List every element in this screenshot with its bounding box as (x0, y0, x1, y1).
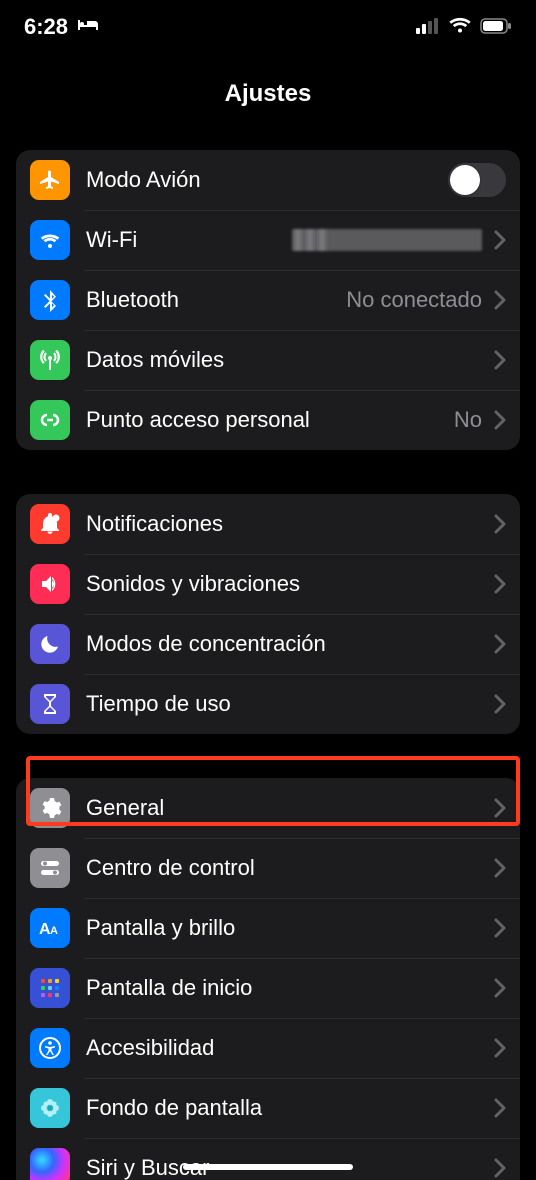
airplane-icon (30, 160, 70, 200)
status-right (416, 14, 512, 40)
wifi-status-icon (448, 14, 472, 40)
status-bar: 6:28 (0, 0, 536, 54)
row-label: Centro de control (86, 855, 482, 881)
moon-icon (30, 624, 70, 664)
wifi-icon (30, 220, 70, 260)
battery-icon (480, 14, 512, 40)
chevron-right-icon (494, 918, 506, 938)
status-left: 6:28 (24, 14, 100, 40)
antenna-icon (30, 340, 70, 380)
row-label: Accesibilidad (86, 1035, 482, 1061)
chevron-right-icon (494, 514, 506, 534)
row-accessibility[interactable]: Accesibilidad (16, 1018, 520, 1078)
text-size-icon: AA (30, 908, 70, 948)
row-screentime[interactable]: Tiempo de uso (16, 674, 520, 734)
row-bluetooth[interactable]: Bluetooth No conectado (16, 270, 520, 330)
row-label: Notificaciones (86, 511, 482, 537)
accessibility-icon (30, 1028, 70, 1068)
bluetooth-icon (30, 280, 70, 320)
row-label: Punto acceso personal (86, 407, 444, 433)
gear-icon (30, 788, 70, 828)
chevron-right-icon (494, 798, 506, 818)
toggles-icon (30, 848, 70, 888)
row-label: Pantalla y brillo (86, 915, 482, 941)
bluetooth-value: No conectado (346, 287, 482, 313)
row-label: Sonidos y vibraciones (86, 571, 482, 597)
speaker-icon (30, 564, 70, 604)
row-label: Pantalla de inicio (86, 975, 482, 1001)
chevron-right-icon (494, 1098, 506, 1118)
hotspot-icon (30, 400, 70, 440)
row-label: Modo Avión (86, 167, 436, 193)
status-time: 6:28 (24, 14, 68, 40)
row-general[interactable]: General (16, 778, 520, 838)
chevron-right-icon (494, 290, 506, 310)
hotspot-value: No (454, 407, 482, 433)
row-label: Datos móviles (86, 347, 482, 373)
group-system: General Centro de control AA Pantalla y … (16, 778, 520, 1180)
siri-icon (30, 1148, 70, 1180)
group-alerts: Notificaciones Sonidos y vibraciones Mod… (16, 494, 520, 734)
group-connectivity: Modo Avión Wi-Fi Bluetooth No conectado … (16, 150, 520, 450)
row-label: Wi-Fi (86, 227, 282, 253)
chevron-right-icon (494, 1038, 506, 1058)
chevron-right-icon (494, 574, 506, 594)
chevron-right-icon (494, 230, 506, 250)
airplane-toggle[interactable] (448, 163, 506, 197)
row-airplane[interactable]: Modo Avión (16, 150, 520, 210)
bed-icon (76, 14, 100, 40)
row-label: Tiempo de uso (86, 691, 482, 717)
row-label: Bluetooth (86, 287, 336, 313)
row-wallpaper[interactable]: Fondo de pantalla (16, 1078, 520, 1138)
page-title: Ajustes (0, 54, 536, 128)
row-focus[interactable]: Modos de concentración (16, 614, 520, 674)
row-label: Fondo de pantalla (86, 1095, 482, 1121)
row-cellular[interactable]: Datos móviles (16, 330, 520, 390)
row-sounds[interactable]: Sonidos y vibraciones (16, 554, 520, 614)
chevron-right-icon (494, 1158, 506, 1178)
row-label: Modos de concentración (86, 631, 482, 657)
cellular-signal-icon (416, 14, 440, 40)
wifi-network-value (292, 229, 482, 251)
row-notifications[interactable]: Notificaciones (16, 494, 520, 554)
chevron-right-icon (494, 410, 506, 430)
row-label: General (86, 795, 482, 821)
bell-icon (30, 504, 70, 544)
chevron-right-icon (494, 978, 506, 998)
row-siri[interactable]: Siri y Buscar (16, 1138, 520, 1180)
row-control-center[interactable]: Centro de control (16, 838, 520, 898)
hourglass-icon (30, 684, 70, 724)
chevron-right-icon (494, 350, 506, 370)
row-wifi[interactable]: Wi-Fi (16, 210, 520, 270)
app-grid-icon (30, 968, 70, 1008)
chevron-right-icon (494, 694, 506, 714)
svg-text:A: A (50, 925, 58, 937)
home-indicator[interactable] (183, 1164, 353, 1170)
flower-icon (30, 1088, 70, 1128)
chevron-right-icon (494, 858, 506, 878)
chevron-right-icon (494, 634, 506, 654)
row-home-screen[interactable]: Pantalla de inicio (16, 958, 520, 1018)
row-display[interactable]: AA Pantalla y brillo (16, 898, 520, 958)
row-hotspot[interactable]: Punto acceso personal No (16, 390, 520, 450)
